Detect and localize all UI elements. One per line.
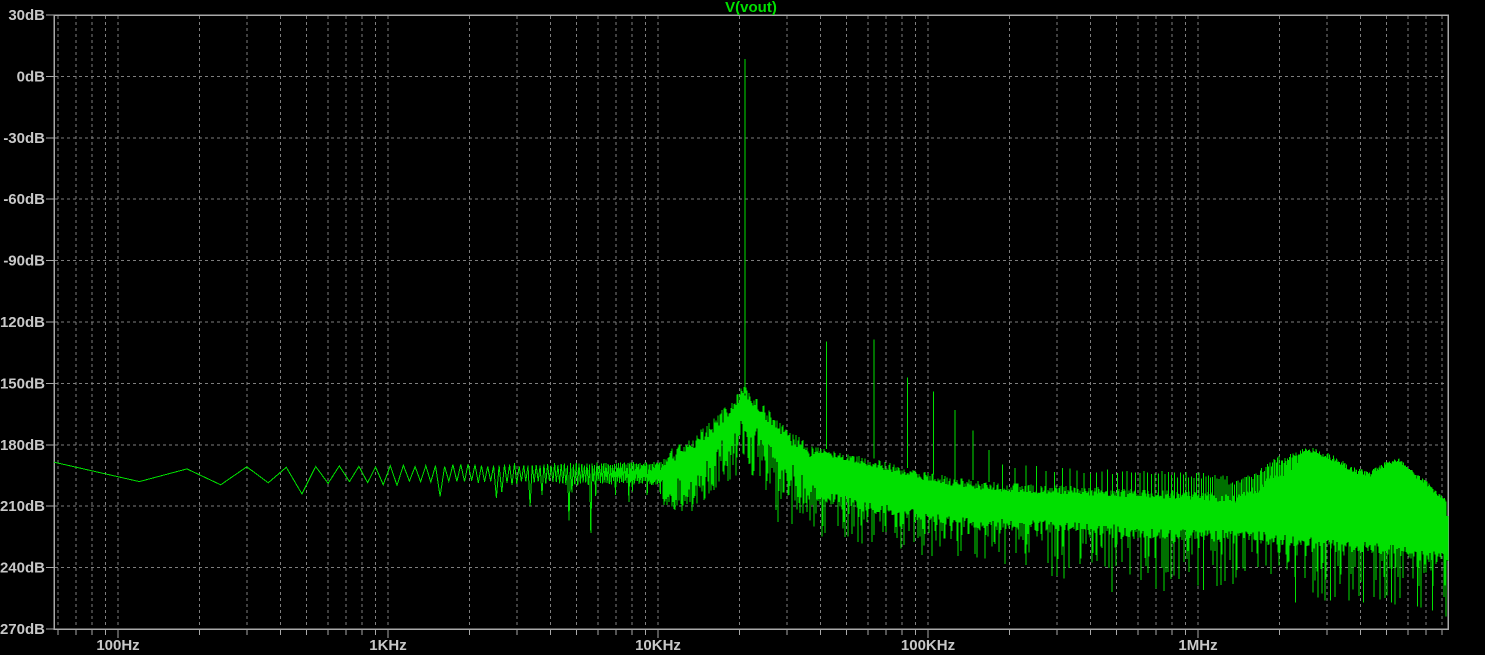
y-axis-label: -30dB — [3, 130, 45, 147]
y-axis-label: -180dB — [0, 437, 45, 454]
plot-background — [0, 0, 1485, 655]
y-axis-label: -270dB — [0, 621, 45, 638]
y-axis-label: -210dB — [0, 498, 45, 515]
x-axis-label: 1KHz — [369, 637, 407, 654]
y-axis-label: -240dB — [0, 560, 45, 577]
spectrum-window: 30dB 0dB -30dB -60dB -90dB -120dB -150dB -180dB… — [0, 0, 1485, 655]
y-axis-label: -60dB — [3, 191, 45, 208]
x-axis-label: 1MHz — [1178, 637, 1217, 654]
y-axis-label: -90dB — [3, 253, 45, 270]
waveform-pane[interactable]: 30dB 0dB -30dB -60dB -90dB -120dB -150dB -180dB… — [0, 0, 1485, 655]
y-axis-label: -150dB — [0, 375, 45, 392]
y-axis-label: 0dB — [17, 68, 46, 85]
y-axis-label: 30dB — [8, 7, 45, 24]
x-axis-label: 100KHz — [901, 637, 955, 654]
x-axis-label: 10KHz — [635, 637, 681, 654]
trace-title[interactable]: V(vout) — [54, 0, 1448, 15]
x-axis-label: 100Hz — [96, 637, 139, 654]
y-axis-label: -120dB — [0, 314, 45, 331]
waveform-plot: 30dB 0dB -30dB -60dB -90dB -120dB -150dB -180dB… — [0, 0, 1485, 655]
